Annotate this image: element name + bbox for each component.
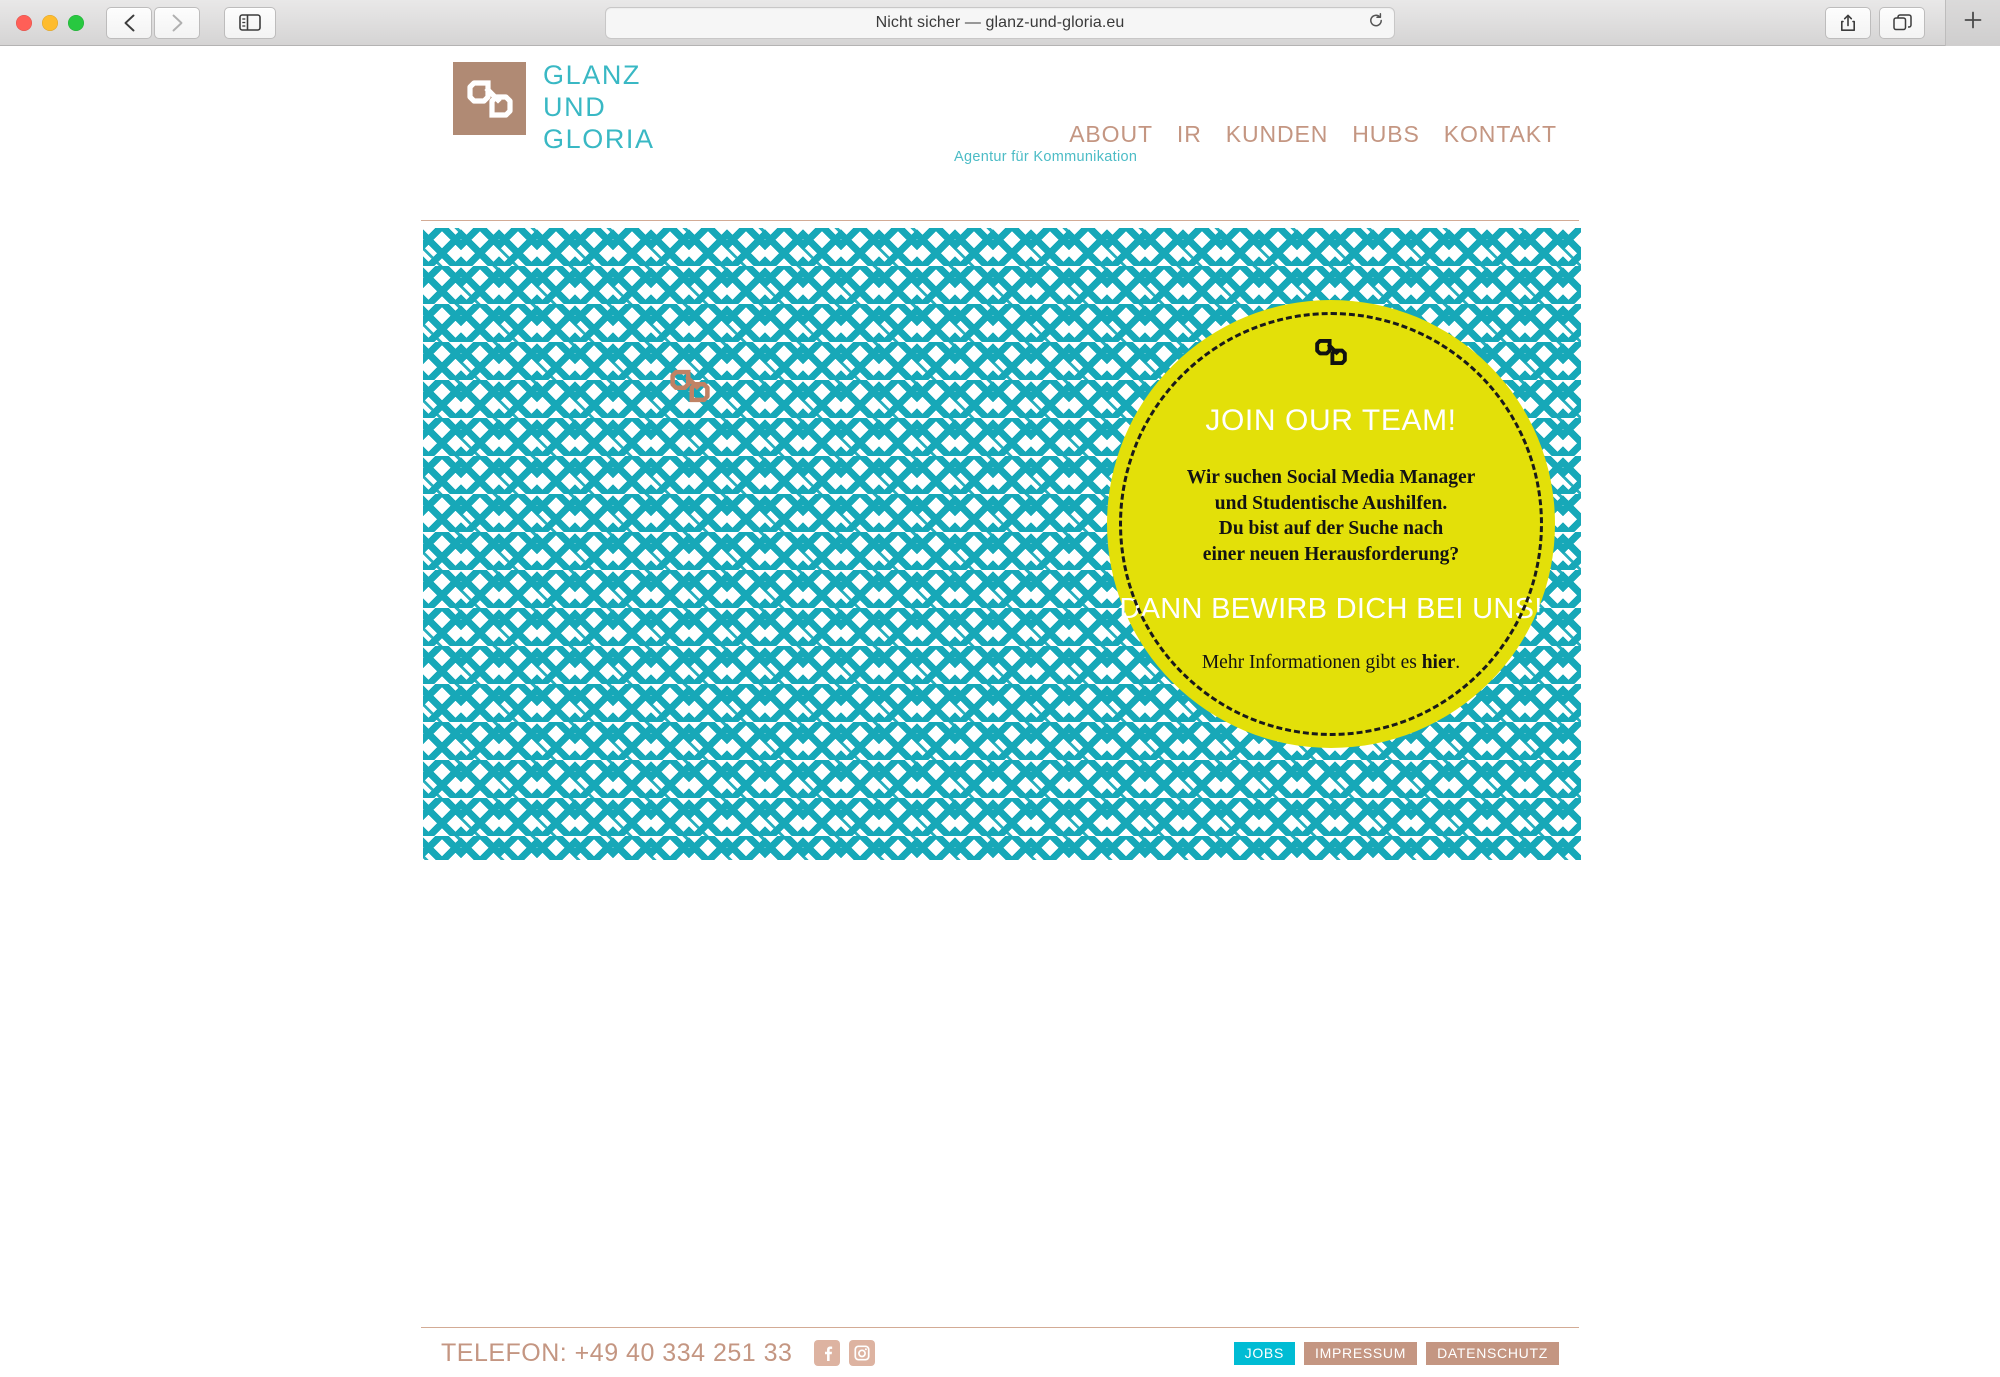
chain-link-badge-icon (1313, 336, 1349, 368)
back-button[interactable] (106, 6, 152, 39)
new-tab-button[interactable] (1945, 0, 2000, 46)
maximize-window-button[interactable] (68, 14, 84, 31)
instagram-icon[interactable] (849, 1340, 876, 1366)
footer-divider (421, 1327, 1579, 1328)
window-controls (0, 14, 84, 31)
site-container: GLANZ UND GLORIA Agentur für Kommunikati… (421, 46, 1581, 1377)
nav-item-hubs[interactable]: HUBS (1352, 121, 1420, 148)
chain-link-logo-icon (453, 62, 526, 135)
header-divider (421, 220, 1579, 221)
chevron-left-icon (123, 14, 136, 32)
footer-phone: TELEFON: +49 40 334 251 33 (441, 1338, 793, 1367)
close-window-button[interactable] (16, 14, 32, 31)
main-navigation: ABOUT IR KUNDEN HUBS KONTAKT (1069, 121, 1557, 148)
footer-button-impressum[interactable]: IMPRESSUM (1304, 1341, 1418, 1365)
badge-more-link[interactable]: hier (1422, 652, 1456, 673)
sidebar-toggle-icon (239, 14, 261, 31)
badge-more-prefix: Mehr Informationen gibt es (1201, 651, 1422, 673)
footer-button-datenschutz[interactable]: DATENSCHUTZ (1426, 1341, 1559, 1365)
site-tagline: Agentur für Kommunikation (954, 149, 1138, 165)
job-ad-badge[interactable]: JOIN OUR TEAM! Wir suchen Social Media M… (1107, 300, 1555, 748)
nav-item-ir[interactable]: IR (1177, 121, 1202, 148)
facebook-icon[interactable] (814, 1340, 841, 1366)
browser-window: Nicht sicher — glanz-und-gloria.eu GLANZ… (0, 0, 2000, 1377)
minimize-window-button[interactable] (42, 14, 58, 31)
page-viewport: GLANZ UND GLORIA Agentur für Kommunikati… (0, 46, 2000, 1377)
logo-line-1: GLANZ (543, 60, 642, 90)
nav-item-kunden[interactable]: KUNDEN (1226, 121, 1329, 148)
logo-wordmark: GLANZ UND GLORIA (543, 62, 655, 158)
address-bar-wrapper: Nicht sicher — glanz-und-gloria.eu (605, 6, 1395, 39)
plus-icon (1963, 10, 1983, 35)
address-bar[interactable]: Nicht sicher — glanz-und-gloria.eu (605, 6, 1395, 39)
site-footer: TELEFON: +49 40 334 251 33 JOBS IMPRESSU… (421, 1329, 1579, 1377)
nav-item-kontakt[interactable]: KONTAKT (1444, 121, 1557, 148)
logo-line-3: GLORIA (543, 124, 655, 154)
tab-overview-icon (1892, 14, 1912, 31)
site-header: GLANZ UND GLORIA Agentur für Kommunikati… (421, 46, 1579, 221)
forward-button[interactable] (154, 6, 200, 39)
toolbar-right-buttons (1825, 0, 2000, 46)
navigation-buttons (106, 6, 200, 39)
reload-button[interactable] (1368, 12, 1384, 33)
badge-more-info: Mehr Informationen gibt es hier. (1202, 652, 1460, 674)
url-text: Nicht sicher — glanz-und-gloria.eu (875, 13, 1125, 31)
footer-button-jobs[interactable]: JOBS (1233, 1341, 1296, 1365)
badge-body-text: Wir suchen Social Media Manager und Stud… (1186, 467, 1476, 566)
badge-headline: JOIN OUR TEAM! (1205, 404, 1457, 437)
browser-toolbar: Nicht sicher — glanz-und-gloria.eu (0, 0, 2000, 46)
logo-line-2: UND (543, 92, 607, 122)
badge-more-suffix: . (1455, 651, 1461, 673)
badge-subheadline: DANN BEWIRB DICH BEI UNS! (1119, 592, 1543, 625)
sidebar-toggle-button[interactable] (224, 6, 276, 39)
footer-buttons: JOBS IMPRESSUM DATENSCHUTZ (1233, 1341, 1579, 1365)
nav-item-about[interactable]: ABOUT (1069, 121, 1153, 148)
chain-link-accent-icon (667, 366, 713, 406)
share-button[interactable] (1825, 6, 1871, 39)
tab-overview-button[interactable] (1879, 6, 1925, 39)
share-icon (1840, 14, 1856, 32)
hero-banner: JOIN OUR TEAM! Wir suchen Social Media M… (423, 228, 1581, 860)
chevron-right-icon (171, 14, 184, 32)
social-links (814, 1340, 876, 1366)
